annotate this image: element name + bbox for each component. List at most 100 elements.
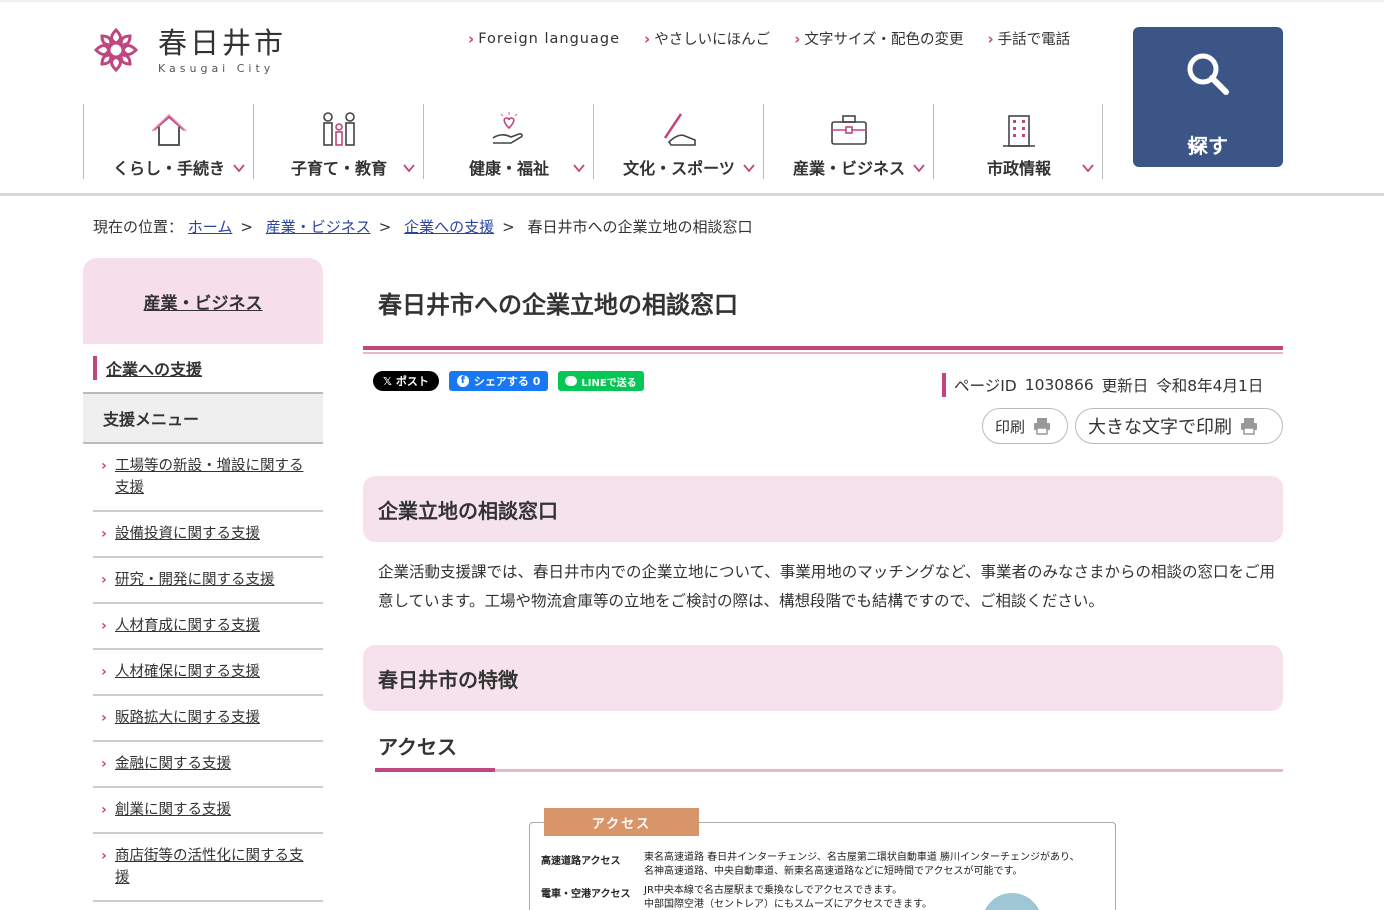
heart-hand-icon	[492, 112, 523, 144]
sidebar-item: › 創業に関する支援	[93, 788, 323, 834]
chevron-down-icon	[573, 164, 585, 173]
util-link-label: やさしいにほんご	[654, 32, 771, 48]
subheading-underline	[495, 769, 1283, 772]
chevron-right-icon: ›	[468, 29, 475, 48]
util-link-label: 文字サイズ・配色の変更	[804, 32, 964, 48]
gnav-label: 子育て・教育	[290, 159, 387, 178]
utility-links: › Foreign language › やさしいにほんご › 文字サイズ・配色の変更…	[468, 28, 1094, 49]
access-image-tag: アクセス	[544, 808, 699, 836]
util-link-label: Foreign language	[478, 30, 620, 47]
sidebar-item-link[interactable]: 商店街等の活性化に関する支援	[115, 848, 304, 886]
sidebar-item-link[interactable]: 研究・開発に関する支援	[115, 572, 275, 588]
gnav-label: 健康・福祉	[468, 159, 549, 178]
sign-language-call-link[interactable]: › 手話で電話	[987, 28, 1070, 49]
breadcrumb-support-link[interactable]: 企業への支援	[404, 218, 494, 236]
sidebar-item: › 工場等の新設・増設に関する支援	[93, 444, 323, 512]
chevron-down-icon	[913, 164, 925, 173]
section-heading-features: 春日井市の特徴	[363, 645, 1283, 711]
search-button[interactable]: 探す	[1133, 27, 1283, 167]
print-button[interactable]: 印刷	[982, 408, 1068, 444]
large-print-button[interactable]: 大きな文字で印刷	[1075, 408, 1283, 444]
title-underline-light	[363, 352, 1283, 354]
chevron-right-icon: ›	[101, 710, 107, 726]
gnav-living[interactable]: くらし・手続き	[83, 104, 253, 179]
font-size-color-link[interactable]: › 文字サイズ・配色の変更	[794, 28, 963, 49]
print-label: 印刷	[995, 417, 1026, 436]
sidebar-item-link[interactable]: 人材育成に関する支援	[115, 618, 260, 634]
access-row-label: 電車・空港アクセス	[541, 889, 631, 900]
gnav-label: 市政情報	[986, 159, 1051, 178]
access-row-text: 名神高速道路、中央自動車道、新東名高速道路などに短時間でアクセスが可能です。	[644, 866, 1023, 877]
sidebar-item: › 商店街等の活性化に関する支援	[93, 834, 323, 902]
sidebar-menu-title: 支援メニュー	[83, 394, 323, 444]
chevron-down-icon	[1187, 142, 1205, 153]
gnav-business[interactable]: 産業・ビジネス	[763, 104, 933, 179]
line-share-button[interactable]: LINEで送る	[558, 371, 644, 391]
subheading-access: アクセス	[378, 735, 457, 759]
gnav-city-admin[interactable]: 市政情報	[933, 104, 1103, 179]
sidebar-item-link[interactable]: 工場等の新設・増設に関する支援	[115, 458, 304, 496]
chevron-right-icon: ›	[101, 526, 107, 542]
page-id-value: 1030866	[1024, 376, 1094, 394]
family-icon	[323, 112, 355, 146]
large-print-label: 大きな文字で印刷	[1088, 417, 1232, 438]
briefcase-icon	[831, 115, 867, 145]
sidebar-item-link[interactable]: 人材確保に関する支援	[115, 664, 260, 680]
gnav-childcare[interactable]: 子育て・教育	[253, 104, 423, 179]
x-post-button[interactable]: 𝕏 ポスト	[373, 371, 439, 391]
updated-value: 令和8年4月1日	[1156, 377, 1264, 395]
sidebar-item: › 研究・開発に関する支援	[93, 558, 323, 604]
sidebar-item-link[interactable]: 創業に関する支援	[115, 802, 231, 818]
access-row-text: 東名高速道路 春日井インターチェンジ、名古屋第二環状自動車道 勝川インターチェン…	[644, 852, 1080, 863]
sidebar-item-link[interactable]: 販路拡大に関する支援	[115, 710, 260, 726]
logo-title: 春日井市	[158, 26, 287, 60]
section-heading-consultation: 企業立地の相談窓口	[363, 476, 1283, 542]
title-underline	[363, 346, 1283, 350]
logo-subtitle: Kasugai City	[158, 62, 275, 75]
breadcrumb-home-link[interactable]: ホーム	[188, 218, 233, 236]
chevron-right-icon: ›	[794, 29, 801, 48]
sidebar: 産業・ビジネス 企業への支援 支援メニュー › 工場等の新設・増設に関する支援 ›…	[83, 258, 323, 902]
facebook-icon: f	[456, 375, 469, 387]
access-row-label: 高速道路アクセス	[541, 856, 621, 867]
chevron-right-icon: ›	[987, 29, 994, 48]
building-icon	[1003, 115, 1035, 147]
chevron-right-icon: ›	[101, 848, 107, 864]
gnav-culture-sports[interactable]: 文化・スポーツ	[593, 104, 763, 179]
global-nav: くらし・手続き 子育て・教育 健康・福祉 文化・スポーツ 産業・ビジネス 市政情…	[83, 104, 1103, 179]
page-title: 春日井市への企業立地の相談窓口	[378, 291, 738, 319]
sidebar-item-link[interactable]: 金融に関する支援	[115, 756, 231, 772]
breadcrumb-prefix: 現在の位置：	[93, 218, 184, 236]
chevron-right-icon: ›	[101, 572, 107, 588]
breadcrumb-separator: >	[378, 218, 392, 236]
access-row-text: 中部国際空港（セントレア）にもスムーズにアクセスできます。	[644, 899, 932, 910]
breadcrumb-current: 春日井市への企業立地の相談窓口	[527, 218, 753, 236]
printer-icon	[1034, 418, 1051, 435]
facebook-share-button[interactable]: f シェアする 0	[448, 371, 549, 391]
gnav-health[interactable]: 健康・福祉	[423, 104, 593, 179]
foreign-language-link[interactable]: › Foreign language	[468, 28, 620, 49]
easy-japanese-link[interactable]: › やさしいにほんご	[644, 28, 770, 49]
section-body: 企業活動支援課では、春日井市内での企業立地について、事業用地のマッチングなど、事…	[378, 563, 1275, 610]
gnav-label: くらし・手続き	[112, 159, 225, 178]
updated-label: 更新日	[1101, 377, 1149, 395]
site-logo[interactable]: 春日井市 Kasugai City	[92, 26, 286, 75]
sidebar-header: 産業・ビジネス	[83, 258, 323, 344]
sidebar-current: 企業への支援	[83, 344, 323, 394]
x-logo-icon: 𝕏	[383, 374, 392, 388]
city-emblem-icon	[93, 27, 139, 73]
chevron-down-icon	[743, 164, 755, 173]
chevron-down-icon	[1082, 164, 1094, 173]
chevron-right-icon: ›	[101, 802, 107, 818]
x-post-label: ポスト	[395, 375, 429, 388]
sidebar-item: › 販路拡大に関する支援	[93, 696, 323, 742]
sidebar-item: › 設備投資に関する支援	[93, 512, 323, 558]
subheading-underline-accent	[375, 768, 495, 772]
sidebar-current-link[interactable]: 企業への支援	[106, 356, 202, 380]
sidebar-item-link[interactable]: 設備投資に関する支援	[115, 526, 260, 542]
printer-icon	[1241, 418, 1257, 435]
gnav-label: 産業・ビジネス	[792, 159, 905, 178]
line-share-label: LINEで送る	[581, 377, 637, 389]
sidebar-category-link[interactable]: 産業・ビジネス	[144, 289, 263, 314]
breadcrumb-business-link[interactable]: 産業・ビジネス	[266, 218, 371, 236]
